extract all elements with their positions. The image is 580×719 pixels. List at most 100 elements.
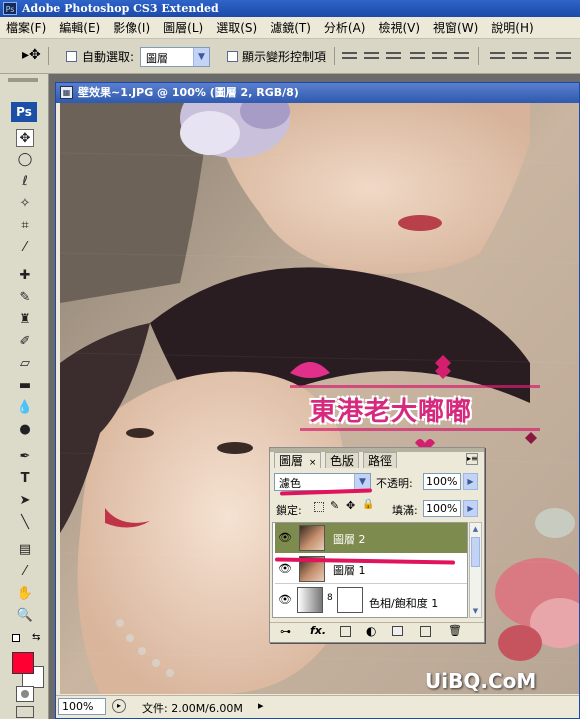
pen-tool-icon[interactable]: ✒ xyxy=(16,448,34,466)
fill-slider-button[interactable]: ▶ xyxy=(463,500,478,517)
lock-label: 鎖定: xyxy=(276,504,302,517)
path-selection-tool-icon[interactable]: ➤ xyxy=(16,492,34,510)
menu-bar: 檔案(F) 編輯(E) 影像(I) 圖層(L) 選取(S) 濾鏡(T) 分析(A… xyxy=(0,17,580,39)
tab-paths[interactable]: 路徑 xyxy=(363,452,398,468)
align-hcenter-icon[interactable] xyxy=(432,49,447,64)
panel-menu-icon[interactable]: ▸≡ xyxy=(466,453,478,465)
hand-tool-icon[interactable]: ✋ xyxy=(16,585,34,603)
scroll-down-icon[interactable]: ▼ xyxy=(470,605,481,617)
options-divider xyxy=(48,47,49,65)
screen-mode-icon[interactable] xyxy=(16,706,34,718)
options-divider xyxy=(478,47,479,65)
opacity-input[interactable]: 100% xyxy=(423,473,461,490)
lock-position-icon[interactable]: ✥ xyxy=(346,499,355,512)
link-layers-icon[interactable]: ⊶ xyxy=(280,625,291,638)
default-colors-icon[interactable] xyxy=(12,634,20,642)
lock-transparent-icon[interactable] xyxy=(314,502,324,512)
new-layer-icon[interactable] xyxy=(420,626,431,637)
menu-edit[interactable]: 編輯(E) xyxy=(59,19,100,36)
menu-view[interactable]: 檢視(V) xyxy=(378,19,420,36)
tab-paths-label: 路徑 xyxy=(368,454,393,468)
layer-row[interactable]: 👁 圖層 2 xyxy=(275,523,467,553)
zoom-value: 100% xyxy=(62,700,94,713)
magic-wand-tool-icon[interactable]: ✧ xyxy=(16,195,34,213)
auto-select-dropdown[interactable]: 圖層 ▼ xyxy=(140,47,210,67)
menu-file[interactable]: 檔案(F) xyxy=(6,19,46,36)
app-title: Adobe Photoshop CS3 Extended xyxy=(22,2,219,15)
show-transform-checkbox[interactable] xyxy=(227,51,238,62)
align-bottom-icon[interactable] xyxy=(386,49,401,64)
visibility-eye-icon[interactable]: 👁 xyxy=(278,531,292,545)
photoshop-logo-icon[interactable]: Ps xyxy=(11,102,37,122)
tab-channels[interactable]: 色版 xyxy=(325,452,360,468)
fill-label: 填滿: xyxy=(392,504,418,517)
zoom-tool-icon[interactable]: 🔍 xyxy=(16,607,34,625)
menu-filter[interactable]: 濾鏡(T) xyxy=(270,19,311,36)
lasso-tool-icon[interactable]: ℓ xyxy=(16,173,34,191)
move-tool-preset-icon[interactable]: ▸✥ xyxy=(22,47,41,63)
document-title-bar[interactable]: ▦ 壁效果~1.JPG @ 100% (圖層 2, RGB/8) xyxy=(56,83,579,103)
align-vcenter-icon[interactable] xyxy=(364,49,379,64)
chevron-down-icon: ▼ xyxy=(193,48,209,66)
new-group-icon[interactable] xyxy=(392,626,403,636)
add-mask-icon[interactable] xyxy=(340,626,351,637)
menu-window[interactable]: 視窗(W) xyxy=(433,19,478,36)
menu-analysis[interactable]: 分析(A) xyxy=(324,19,366,36)
close-tab-icon[interactable]: × xyxy=(309,458,317,468)
auto-select-checkbox[interactable] xyxy=(66,51,77,62)
type-tool-icon[interactable]: T xyxy=(16,470,34,488)
adjustment-layer-button-icon[interactable]: ◐ xyxy=(366,624,376,638)
align-right-icon[interactable] xyxy=(454,49,469,64)
gradient-tool-icon[interactable]: ▬ xyxy=(16,377,34,395)
layer-mask-thumbnail xyxy=(337,587,363,613)
brush-tool-icon[interactable]: ✎ xyxy=(16,289,34,307)
menu-layer[interactable]: 圖層(L) xyxy=(163,19,203,36)
align-top-icon[interactable] xyxy=(342,49,357,64)
foreground-color-swatch[interactable] xyxy=(12,652,34,674)
show-transform-label: 顯示變形控制項 xyxy=(242,50,327,64)
layer-style-icon[interactable]: fx. xyxy=(310,624,326,637)
menu-select[interactable]: 選取(S) xyxy=(216,19,257,36)
move-tool-icon[interactable]: ✥ xyxy=(16,129,34,147)
zoom-field[interactable]: 100% xyxy=(58,698,106,715)
layer-row[interactable]: 👁 8 色相/飽和度 1 xyxy=(275,585,467,615)
menu-image[interactable]: 影像(I) xyxy=(113,19,150,36)
trash-icon[interactable]: 🗑 xyxy=(448,624,462,637)
chain-link-icon: 8 xyxy=(327,593,333,603)
align-left-icon[interactable] xyxy=(410,49,425,64)
scroll-up-icon[interactable]: ▲ xyxy=(470,523,481,535)
layer-name: 圖層 2 xyxy=(333,533,366,546)
menu-help[interactable]: 說明(H) xyxy=(491,19,533,36)
history-brush-tool-icon[interactable]: ✐ xyxy=(16,333,34,351)
toolbox-grip[interactable] xyxy=(8,78,38,82)
distribute-bottom-icon[interactable] xyxy=(534,49,549,64)
distribute-vcenter-icon[interactable] xyxy=(512,49,527,64)
scroll-thumb[interactable] xyxy=(471,537,480,567)
eraser-tool-icon[interactable]: ▱ xyxy=(16,355,34,373)
healing-brush-tool-icon[interactable]: ✚ xyxy=(16,267,34,285)
marquee-tool-icon[interactable]: ◯ xyxy=(16,151,34,169)
eyedropper-tool-icon[interactable]: ⁄ xyxy=(16,239,34,257)
swap-colors-icon[interactable]: ⇆ xyxy=(32,632,40,643)
lock-all-icon[interactable]: 🔒 xyxy=(362,499,374,510)
color-sampler-tool-icon[interactable]: ⁄ xyxy=(16,563,34,581)
line-tool-icon[interactable]: ╲ xyxy=(16,514,34,532)
notes-tool-icon[interactable]: ▤ xyxy=(16,541,34,559)
dodge-tool-icon[interactable]: ● xyxy=(16,421,34,439)
document-title: 壁效果~1.JPG @ 100% (圖層 2, RGB/8) xyxy=(78,86,299,99)
status-info-icon[interactable]: ▸ xyxy=(112,699,126,713)
blur-tool-icon[interactable]: 💧 xyxy=(16,399,34,417)
lock-image-icon[interactable]: ✎ xyxy=(330,499,339,512)
quick-mask-icon[interactable] xyxy=(16,686,34,702)
status-menu-arrow-icon[interactable]: ▸ xyxy=(258,699,264,712)
fill-input[interactable]: 100% xyxy=(423,500,461,517)
opacity-slider-button[interactable]: ▶ xyxy=(463,473,478,490)
layer-list-scrollbar[interactable]: ▲ ▼ xyxy=(469,522,482,618)
stamp-tool-icon[interactable]: ♜ xyxy=(16,311,34,329)
distribute-left-icon[interactable] xyxy=(556,49,571,64)
visibility-eye-icon[interactable]: 👁 xyxy=(278,593,292,607)
distribute-top-icon[interactable] xyxy=(490,49,505,64)
tab-layers[interactable]: 圖層 × xyxy=(274,452,322,468)
crop-tool-icon[interactable]: ⌗ xyxy=(16,217,34,235)
visibility-eye-icon[interactable]: 👁 xyxy=(278,562,292,576)
